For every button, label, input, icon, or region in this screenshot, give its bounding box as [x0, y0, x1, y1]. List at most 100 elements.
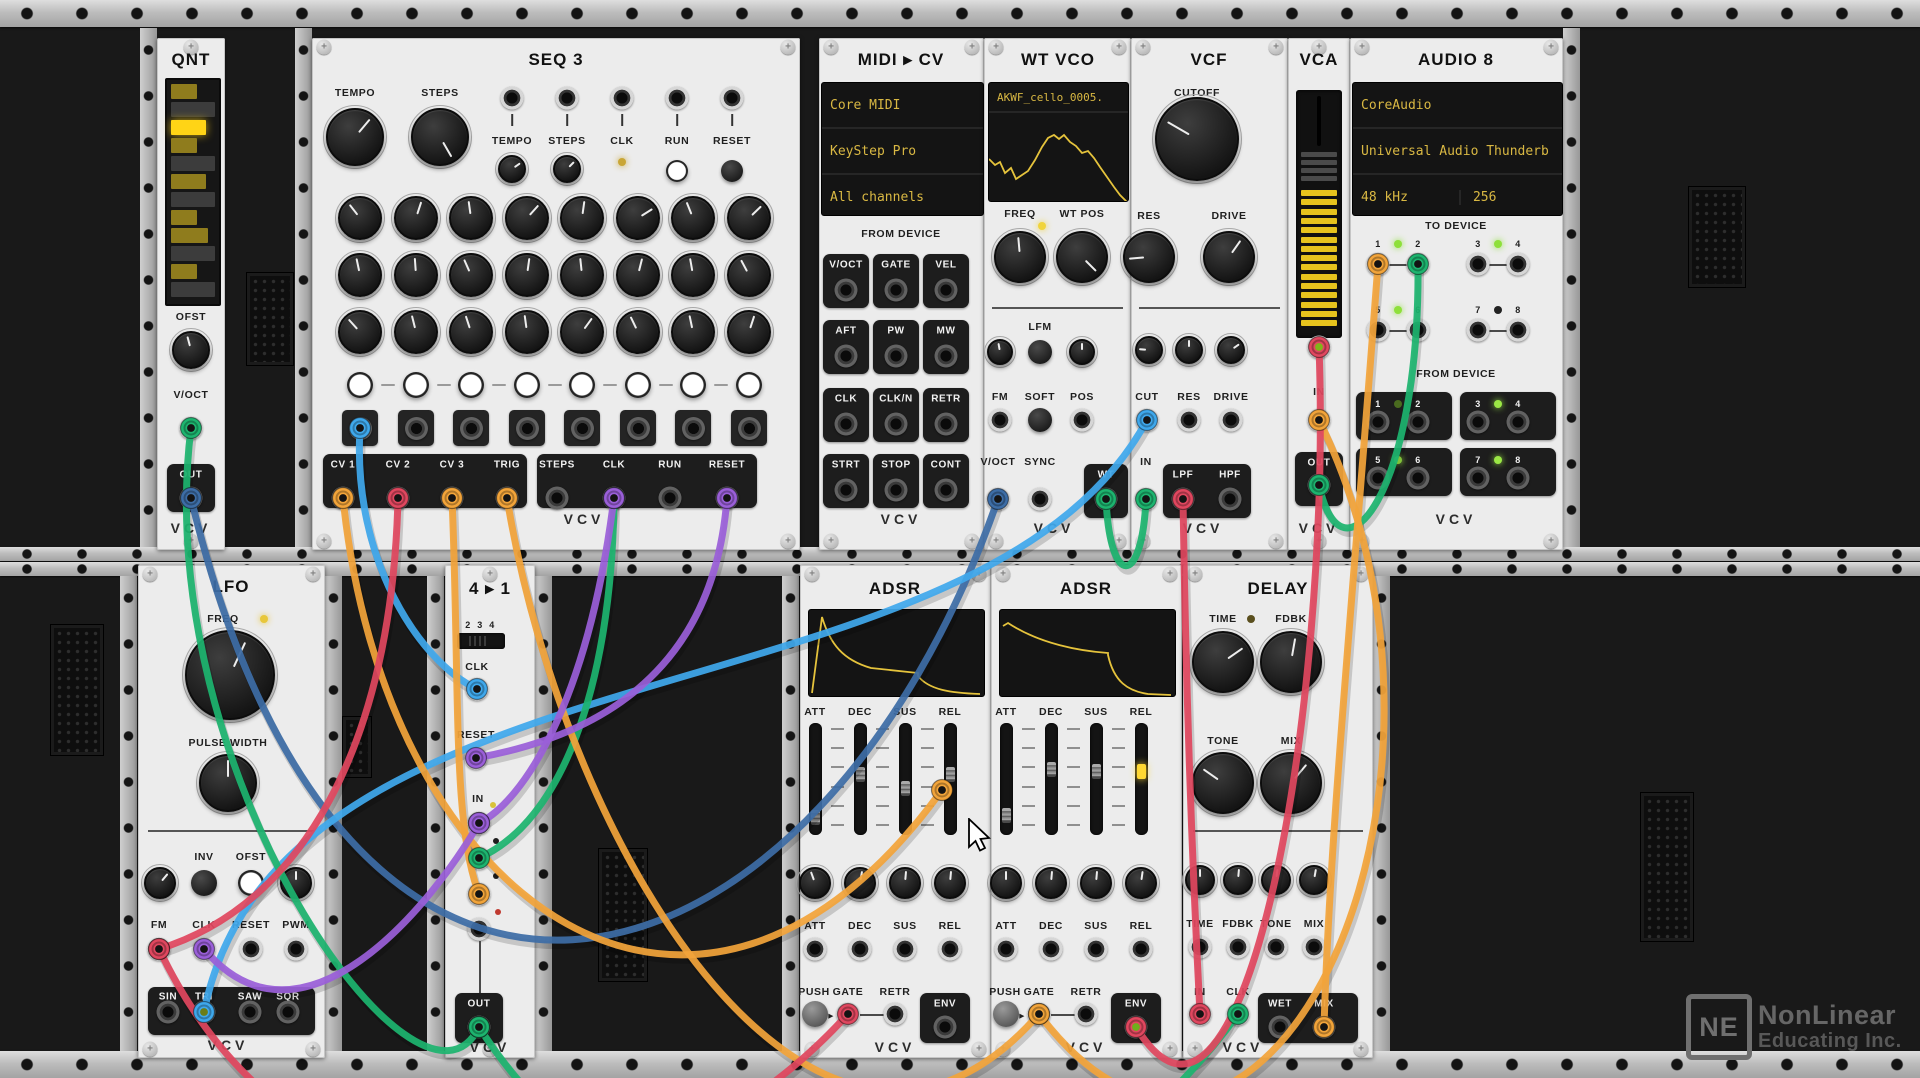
- adsr2-gate-input[interactable]: [1027, 1002, 1051, 1026]
- sw41-reset-input[interactable]: [464, 746, 488, 770]
- seq3-gate-button[interactable]: [514, 372, 540, 398]
- audio8-from-device-4[interactable]: [1506, 410, 1530, 434]
- qnt-key[interactable]: [171, 120, 206, 135]
- seq3-steps-attn-knob[interactable]: [553, 155, 581, 183]
- adsr1-push-button[interactable]: [802, 1001, 828, 1027]
- delay-mix-output[interactable]: [1312, 1015, 1336, 1039]
- adsr1-rel-slider[interactable]: [943, 723, 957, 835]
- delay-fdbk-cv-input[interactable]: [1226, 935, 1250, 959]
- qnt-key[interactable]: [171, 156, 215, 171]
- wtvco-voct-input[interactable]: [986, 487, 1010, 511]
- seq3-step-knob[interactable]: [671, 310, 715, 354]
- seq3-row-gate-jack[interactable]: [564, 410, 600, 446]
- adsr1-dec-slider[interactable]: [853, 723, 867, 835]
- seq3-gate-button[interactable]: [347, 372, 373, 398]
- midicv-pw-output[interactable]: [884, 344, 908, 368]
- seq3-reset-button[interactable]: [721, 160, 743, 182]
- vcf-cut-attn-knob[interactable]: [1135, 336, 1163, 364]
- sw41-in-4[interactable]: [467, 917, 491, 941]
- midicv-display-row[interactable]: KeyStep Pro: [822, 129, 983, 175]
- midicv-display-row[interactable]: Core MIDI: [822, 83, 983, 129]
- seq3-tempo-knob[interactable]: [326, 108, 384, 166]
- seq3-gate-button[interactable]: [680, 372, 706, 398]
- adsr2-att-attn-knob[interactable]: [990, 867, 1022, 899]
- seq3-step-knob[interactable]: [338, 310, 382, 354]
- audio8-from-device-8[interactable]: [1506, 466, 1530, 490]
- qnt-key[interactable]: [171, 246, 215, 261]
- adsr2-sus-attn-knob[interactable]: [1080, 867, 1112, 899]
- midicv-display[interactable]: Core MIDI KeyStep Pro All channels: [821, 82, 984, 216]
- lfo-inv-button[interactable]: [191, 870, 217, 896]
- delay-fdbk-knob[interactable]: [1260, 631, 1322, 693]
- wtvco-lfm-button[interactable]: [1028, 340, 1052, 364]
- audio8-from-device-7[interactable]: [1466, 466, 1490, 490]
- seq3-step-knob[interactable]: [505, 253, 549, 297]
- delay-time-knob[interactable]: [1192, 631, 1254, 693]
- seq3-cv2-output[interactable]: [386, 486, 410, 510]
- lfo-saw-output[interactable]: [238, 1000, 262, 1024]
- adsr2-slider-handle[interactable]: [1001, 808, 1011, 824]
- midicv-mw-output[interactable]: [934, 344, 958, 368]
- lfo-reset-input[interactable]: [239, 937, 263, 961]
- lfo-fm-input[interactable]: [147, 937, 171, 961]
- vcf-hpf-output[interactable]: [1218, 487, 1242, 511]
- seq3-step-knob[interactable]: [560, 253, 604, 297]
- audio8-to-device-7[interactable]: [1466, 318, 1490, 342]
- adsr1-slider-handle[interactable]: [855, 766, 865, 782]
- wtvco-wtpos-knob[interactable]: [1056, 231, 1108, 283]
- vcf-res-attn-knob[interactable]: [1175, 336, 1203, 364]
- seq3-reset-input[interactable]: [720, 86, 744, 110]
- wtvco-pos-input[interactable]: [1070, 408, 1094, 432]
- audio8-to-device-8[interactable]: [1506, 318, 1530, 342]
- wtvco-display[interactable]: AKWF_cello_0005.: [988, 82, 1129, 202]
- lfo-sqr-output[interactable]: [276, 1000, 300, 1024]
- adsr2-slider-handle[interactable]: [1046, 761, 1056, 777]
- seq3-gate-button[interactable]: [736, 372, 762, 398]
- delay-mix-cv-input[interactable]: [1302, 935, 1326, 959]
- wtvco-fm-attn-knob[interactable]: [987, 339, 1013, 365]
- adsr2-retr-input[interactable]: [1074, 1002, 1098, 1026]
- qnt-voct-input[interactable]: [179, 416, 203, 440]
- seq3-step-knob[interactable]: [616, 196, 660, 240]
- vcf-res-cv-input[interactable]: [1177, 408, 1201, 432]
- seq3-gate-button[interactable]: [569, 372, 595, 398]
- qnt-key[interactable]: [171, 210, 197, 225]
- midicv-display-row[interactable]: All channels: [822, 175, 983, 215]
- adsr2-rel-slider[interactable]: [1134, 723, 1148, 835]
- midicv-clkn-output[interactable]: [884, 412, 908, 436]
- seq3-step-knob[interactable]: [505, 310, 549, 354]
- seq3-step-knob[interactable]: [394, 310, 438, 354]
- seq3-step-knob[interactable]: [449, 253, 493, 297]
- seq3-run-output[interactable]: [658, 486, 682, 510]
- lfo-freq-knob[interactable]: [185, 630, 275, 720]
- midicv-retr-output[interactable]: [934, 412, 958, 436]
- seq3-step-knob[interactable]: [338, 253, 382, 297]
- qnt-key[interactable]: [171, 192, 215, 207]
- adsr1-retr-input[interactable]: [883, 1002, 907, 1026]
- adsr1-att-attn-knob[interactable]: [799, 867, 831, 899]
- audio8-to-device-4[interactable]: [1506, 252, 1530, 276]
- qnt-key[interactable]: [171, 264, 197, 279]
- vcf-audio-input[interactable]: [1134, 487, 1158, 511]
- audio8-from-device-2[interactable]: [1406, 410, 1430, 434]
- adsr1-dec-attn-knob[interactable]: [844, 867, 876, 899]
- seq3-row-gate-jack[interactable]: [620, 410, 656, 446]
- lfo-pulse-width-knob[interactable]: [199, 754, 257, 812]
- audio8-from-device-1[interactable]: [1366, 410, 1390, 434]
- seq3-step-knob[interactable]: [727, 310, 771, 354]
- qnt-ofst-knob[interactable]: [172, 331, 210, 369]
- seq3-step-knob[interactable]: [449, 310, 493, 354]
- seq3-row-gate-jack[interactable]: [398, 410, 434, 446]
- audio8-display-row[interactable]: 48 kHz 256: [1353, 175, 1562, 215]
- seq3-step-knob[interactable]: [338, 196, 382, 240]
- wtvco-display-row[interactable]: AKWF_cello_0005.: [989, 83, 1128, 113]
- vcf-cutoff-knob[interactable]: [1155, 97, 1239, 181]
- delay-tone-cv-input[interactable]: [1264, 935, 1288, 959]
- audio8-display-row[interactable]: Universal Audio Thunderb: [1353, 129, 1562, 175]
- adsr2-dec-slider[interactable]: [1044, 723, 1058, 835]
- adsr1-gate-input[interactable]: [836, 1002, 860, 1026]
- adsr1-rel-attn-knob[interactable]: [934, 867, 966, 899]
- wtvco-fm-input[interactable]: [988, 408, 1012, 432]
- adsr2-slider-handle[interactable]: [1136, 763, 1146, 779]
- vca-audio-input[interactable]: [1307, 408, 1331, 432]
